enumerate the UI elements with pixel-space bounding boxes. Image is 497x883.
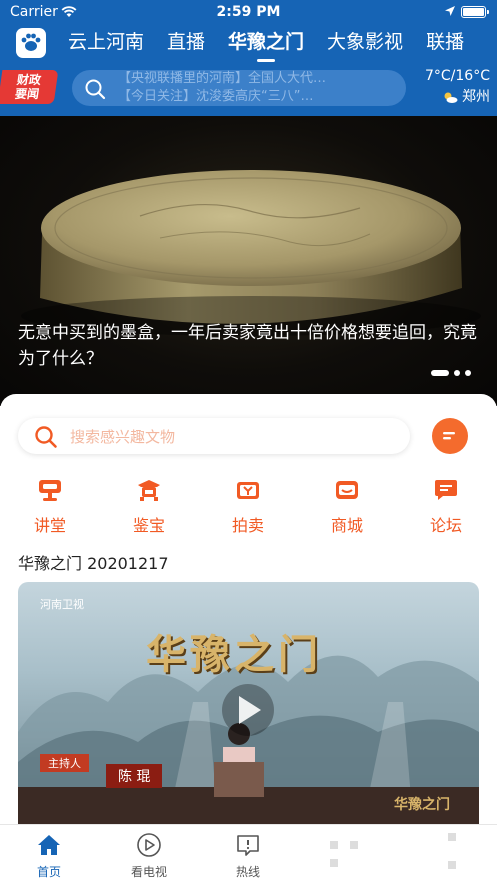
tab-lianbo[interactable]: 联播 [426, 28, 464, 58]
tab-daxiang-video[interactable]: 大象影视 [327, 28, 403, 58]
badge-line-2: 要闻 [14, 87, 40, 101]
weather-temp: 7°C/16°C [425, 68, 490, 84]
placeholder-pixel [330, 841, 338, 849]
auction-icon [237, 482, 259, 499]
bottom-tab-bar: 首页 看电视 热线 [0, 824, 497, 883]
carousel-dot[interactable] [465, 370, 471, 376]
category-label: 鉴宝 [132, 516, 165, 535]
category-label: 讲堂 [33, 516, 66, 535]
appraisal-icon [138, 480, 160, 501]
tab-label: 看电视 [130, 865, 167, 879]
placeholder-pixel [350, 841, 358, 849]
corner-logo: 华豫之门 [394, 797, 450, 813]
ticker-line: 【央视联播里的河南】全国人大代… [118, 71, 327, 86]
placeholder-pixel [448, 833, 456, 841]
category-forum[interactable]: 论坛 [416, 476, 476, 536]
station-name: 河南卫视 [40, 598, 84, 611]
host-name: 陈 琨 [106, 764, 163, 788]
search-placeholder: 搜索感兴趣文物 [70, 428, 176, 446]
carousel-dot-active[interactable] [431, 370, 449, 376]
finance-news-badge[interactable]: 财政 要闻 [0, 70, 59, 104]
tab-huayu[interactable]: 华豫之门 [228, 28, 304, 62]
tab-home[interactable]: 首页 [14, 831, 84, 880]
search-row: 财政 要闻 【央视联播里的河南】全国人大代… 【今日关注】沈浚委高庆“三八”… … [0, 66, 497, 112]
video-scene [18, 655, 479, 824]
forum-icon [435, 480, 457, 500]
category-auction[interactable]: 拍卖 [218, 476, 278, 536]
category-mall[interactable]: 商城 [317, 476, 377, 536]
search-icon [35, 426, 57, 448]
ticker-line: 【今日关注】沈浚委高庆“三八”… [118, 89, 314, 104]
relic-search-input[interactable]: 搜索感兴趣文物 [18, 418, 410, 454]
location-arrow-icon [445, 6, 455, 16]
top-header: Carrier 2:59 PM 云上河南 直播 华豫之门 大象影视 联播 财政 … [0, 0, 497, 116]
play-icon [137, 833, 161, 857]
chat-icon [443, 432, 455, 440]
badge-line-1: 财政 [15, 73, 42, 87]
status-bar: Carrier 2:59 PM [0, 0, 497, 26]
category-lecture[interactable]: 讲堂 [20, 476, 80, 536]
host-tag: 主持人 [40, 754, 89, 772]
battery-icon [461, 6, 489, 18]
channel-tabs: 云上河南 直播 华豫之门 大象影视 联播 [68, 28, 487, 62]
station-logo: 河南卫视 [40, 596, 84, 612]
status-time: 2:59 PM [216, 4, 281, 20]
placeholder-pixel [330, 859, 338, 867]
headline-ticker: 【央视联播里的河南】全国人大代… 【今日关注】沈浚委高庆“三八”… [118, 70, 326, 106]
category-row: 讲堂 鉴宝 拍卖 商城 论坛 [0, 476, 497, 536]
tab-label: 首页 [36, 865, 61, 879]
section-title: 华豫之门 20201217 [18, 554, 169, 573]
carousel-dot[interactable] [454, 370, 460, 376]
paw-logo-icon [21, 33, 41, 51]
category-appraisal[interactable]: 鉴宝 [119, 476, 179, 536]
carousel-dots [426, 370, 471, 376]
news-search-bar[interactable]: 【央视联播里的河南】全国人大代… 【今日关注】沈浚委高庆“三八”… [72, 70, 406, 106]
weather-widget[interactable]: 7°C/16°C 郑州 [410, 68, 490, 106]
home-icon [38, 835, 60, 855]
app-logo[interactable] [16, 28, 46, 58]
message-button[interactable] [432, 418, 468, 454]
channel-nav: 云上河南 直播 华豫之门 大象影视 联播 [0, 26, 497, 62]
lecture-icon [39, 480, 61, 501]
content-panel: 搜索感兴趣文物 讲堂 鉴宝 拍卖 商城 论坛 华豫之门 20201217 河南卫… [0, 394, 497, 824]
tab-hotline[interactable]: 热线 [213, 831, 283, 880]
tab-live[interactable]: 直播 [167, 28, 205, 58]
partly-sunny-icon [444, 92, 458, 103]
video-thumbnail[interactable]: 河南卫视 华豫之门 主持人 陈 琨 华豫之门 [18, 582, 479, 824]
mall-icon [336, 481, 358, 499]
hero-banner[interactable]: 无意中买到的墨盒，一年后卖家竟出十倍价格想要追回，究竟为了什么？ [0, 116, 497, 406]
tab-label: 热线 [235, 865, 260, 879]
category-label: 论坛 [429, 516, 462, 535]
weather-city: 郑州 [462, 89, 490, 105]
banner-caption: 无意中买到的墨盒，一年后卖家竟出十倍价格想要追回，究竟为了什么？ [18, 323, 477, 369]
category-label: 拍卖 [231, 516, 264, 535]
tab-cloud-henan[interactable]: 云上河南 [68, 28, 144, 58]
category-label: 商城 [330, 516, 363, 535]
show-title: 华豫之门 [146, 632, 322, 678]
hotline-icon [237, 835, 259, 856]
search-icon [85, 79, 106, 100]
tab-watch-tv[interactable]: 看电视 [114, 831, 184, 880]
placeholder-pixel [448, 861, 456, 869]
